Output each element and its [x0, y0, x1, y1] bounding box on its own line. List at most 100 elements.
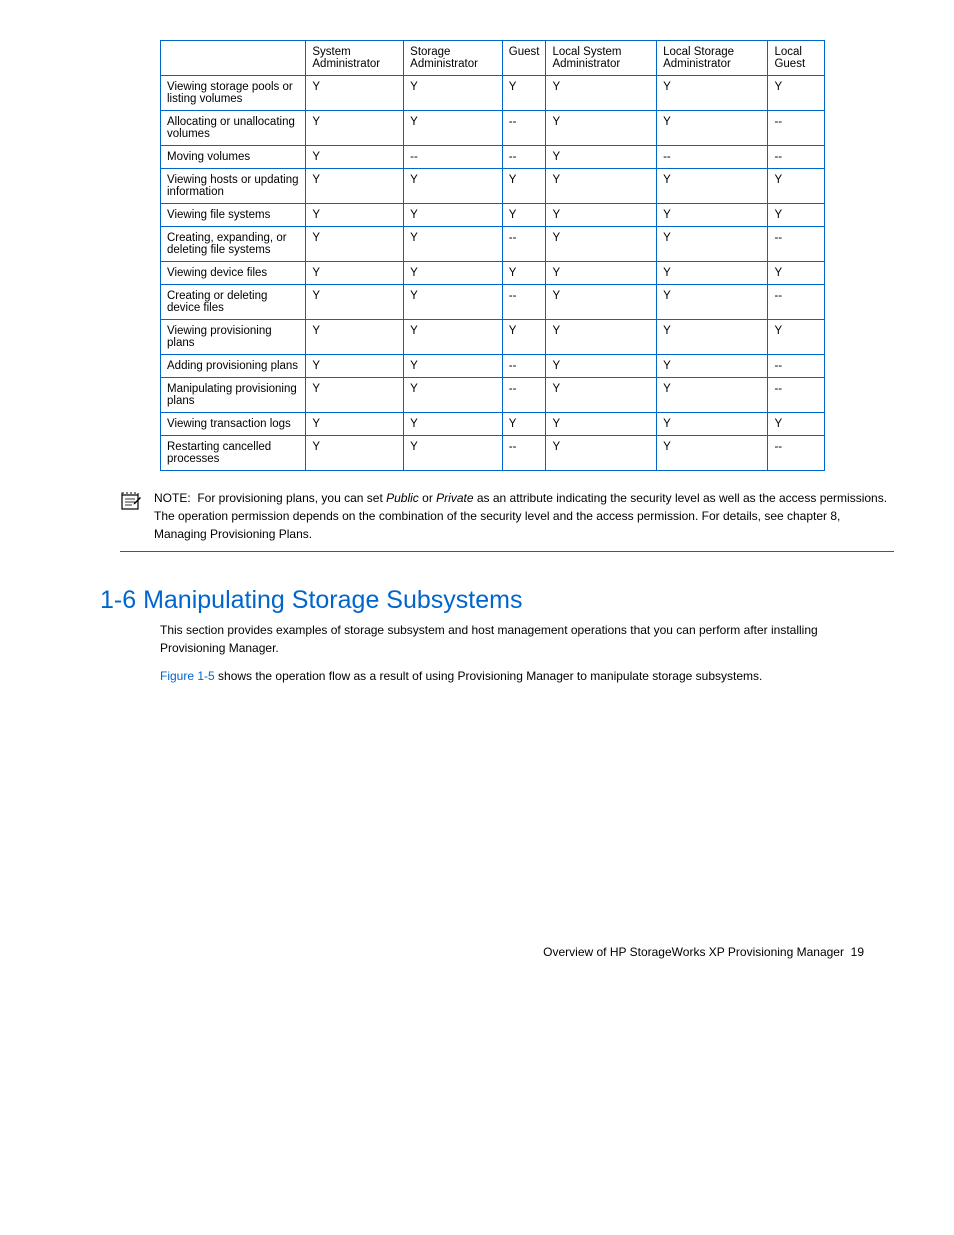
- row-label: Viewing storage pools or listing volumes: [161, 76, 306, 111]
- permission-cell: Y: [502, 413, 546, 436]
- row-label: Adding provisioning plans: [161, 355, 306, 378]
- permission-cell: Y: [404, 285, 503, 320]
- permission-cell: Y: [306, 169, 404, 204]
- header-cell: Storage Administrator: [404, 41, 503, 76]
- permission-cell: Y: [306, 204, 404, 227]
- permission-cell: Y: [657, 169, 768, 204]
- permission-cell: --: [768, 285, 825, 320]
- permission-cell: Y: [404, 262, 503, 285]
- note-label: NOTE:: [154, 491, 191, 505]
- permission-cell: Y: [768, 76, 825, 111]
- row-label: Creating, expanding, or deleting file sy…: [161, 227, 306, 262]
- table-header-row: System Administrator Storage Administrat…: [161, 41, 825, 76]
- permission-cell: Y: [657, 436, 768, 471]
- section-heading: 1-6 Manipulating Storage Subsystems: [100, 586, 894, 615]
- permission-cell: Y: [546, 436, 657, 471]
- header-cell: Guest: [502, 41, 546, 76]
- row-label: Allocating or unallocating volumes: [161, 111, 306, 146]
- permission-cell: Y: [306, 378, 404, 413]
- table-row: Creating, expanding, or deleting file sy…: [161, 227, 825, 262]
- permission-cell: --: [768, 378, 825, 413]
- permission-cell: Y: [306, 227, 404, 262]
- permission-cell: Y: [502, 204, 546, 227]
- permission-cell: Y: [657, 320, 768, 355]
- permission-cell: Y: [502, 262, 546, 285]
- permission-cell: --: [768, 355, 825, 378]
- table-row: Allocating or unallocating volumesYY--YY…: [161, 111, 825, 146]
- table-row: Creating or deleting device filesYY--YY-…: [161, 285, 825, 320]
- permission-cell: Y: [502, 169, 546, 204]
- permission-cell: Y: [546, 146, 657, 169]
- table-row: Moving volumesY----Y----: [161, 146, 825, 169]
- row-label: Viewing file systems: [161, 204, 306, 227]
- permission-cell: --: [502, 436, 546, 471]
- row-label: Manipulating provisioning plans: [161, 378, 306, 413]
- permission-cell: --: [768, 146, 825, 169]
- figure-reference-link[interactable]: Figure 1-5: [160, 669, 215, 683]
- permission-cell: Y: [306, 436, 404, 471]
- row-label: Viewing transaction logs: [161, 413, 306, 436]
- permission-cell: Y: [306, 111, 404, 146]
- permission-cell: Y: [768, 262, 825, 285]
- permission-cell: --: [768, 436, 825, 471]
- header-cell: [161, 41, 306, 76]
- permission-cell: --: [768, 111, 825, 146]
- permission-cell: Y: [502, 76, 546, 111]
- section-paragraph-1: This section provides examples of storag…: [160, 621, 854, 657]
- permission-cell: Y: [306, 285, 404, 320]
- permission-cell: Y: [657, 227, 768, 262]
- table-row: Viewing device filesYYYYYY: [161, 262, 825, 285]
- permission-cell: Y: [404, 227, 503, 262]
- row-label: Viewing provisioning plans: [161, 320, 306, 355]
- permission-cell: Y: [657, 413, 768, 436]
- permission-cell: Y: [306, 355, 404, 378]
- permission-cell: Y: [546, 413, 657, 436]
- page-footer: Overview of HP StorageWorks XP Provision…: [60, 945, 894, 959]
- permission-cell: Y: [546, 320, 657, 355]
- permission-cell: Y: [404, 76, 503, 111]
- permission-cell: Y: [657, 262, 768, 285]
- header-cell: Local Guest: [768, 41, 825, 76]
- section-paragraph-2: Figure 1-5 shows the operation flow as a…: [160, 667, 854, 685]
- permission-cell: Y: [768, 413, 825, 436]
- permission-cell: --: [502, 378, 546, 413]
- note-text: NOTE: For provisioning plans, you can se…: [154, 489, 894, 543]
- permission-cell: --: [502, 227, 546, 262]
- permission-cell: Y: [404, 320, 503, 355]
- permission-cell: Y: [546, 355, 657, 378]
- permission-cell: Y: [306, 413, 404, 436]
- permission-cell: Y: [546, 378, 657, 413]
- row-label: Restarting cancelled processes: [161, 436, 306, 471]
- permission-cell: --: [502, 146, 546, 169]
- note-icon: [120, 491, 142, 516]
- permission-cell: Y: [657, 76, 768, 111]
- permission-cell: Y: [768, 320, 825, 355]
- row-label: Viewing hosts or updating information: [161, 169, 306, 204]
- table-row: Manipulating provisioning plansYY--YY--: [161, 378, 825, 413]
- permission-cell: --: [502, 285, 546, 320]
- permission-cell: Y: [657, 378, 768, 413]
- permission-cell: Y: [404, 378, 503, 413]
- table-row: Viewing transaction logsYYYYYY: [161, 413, 825, 436]
- permission-cell: --: [404, 146, 503, 169]
- table-row: Viewing file systemsYYYYYY: [161, 204, 825, 227]
- table-row: Viewing provisioning plansYYYYYY: [161, 320, 825, 355]
- header-cell: Local Storage Administrator: [657, 41, 768, 76]
- permission-cell: Y: [546, 204, 657, 227]
- permission-cell: Y: [404, 413, 503, 436]
- permission-cell: Y: [768, 204, 825, 227]
- permission-cell: Y: [404, 355, 503, 378]
- permissions-table: System Administrator Storage Administrat…: [160, 40, 825, 471]
- permission-cell: Y: [404, 111, 503, 146]
- permission-cell: Y: [404, 204, 503, 227]
- header-cell: Local System Administrator: [546, 41, 657, 76]
- note-block: NOTE: For provisioning plans, you can se…: [120, 489, 894, 552]
- table-row: Restarting cancelled processesYY--YY--: [161, 436, 825, 471]
- permission-cell: Y: [546, 169, 657, 204]
- row-label: Moving volumes: [161, 146, 306, 169]
- permission-cell: --: [502, 111, 546, 146]
- row-label: Creating or deleting device files: [161, 285, 306, 320]
- permission-cell: Y: [306, 146, 404, 169]
- permission-cell: --: [657, 146, 768, 169]
- permission-cell: Y: [657, 355, 768, 378]
